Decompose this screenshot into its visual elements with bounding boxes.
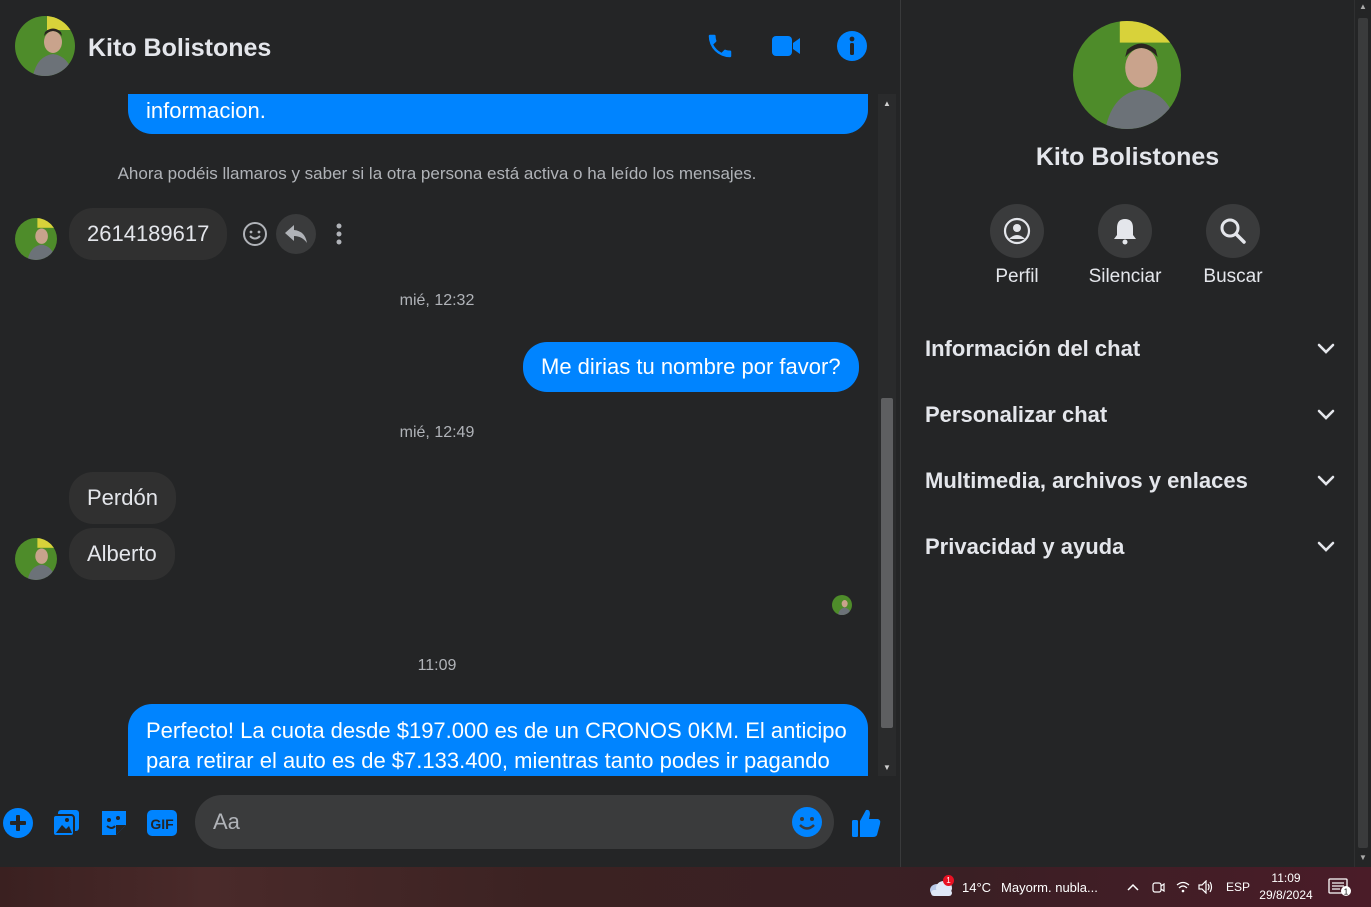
scroll-thumb[interactable]	[881, 398, 893, 728]
meet-now-icon[interactable]	[1151, 867, 1165, 907]
section-customize-chat[interactable]: Personalizar chat	[925, 395, 1335, 435]
search-button[interactable]: Buscar	[1193, 204, 1273, 288]
profile-button[interactable]: Perfil	[977, 204, 1057, 288]
action-label: Perfil	[995, 266, 1039, 287]
mute-button[interactable]: Silenciar	[1085, 204, 1165, 288]
incoming-message[interactable]: 2614189617	[69, 208, 228, 260]
message-text: Alberto	[87, 541, 157, 566]
notification-count: 1	[1344, 888, 1349, 897]
outgoing-message[interactable]: Perfecto! La cuota desde $197.000 es de …	[128, 704, 868, 776]
reply-icon[interactable]	[276, 214, 316, 254]
scroll-up-icon[interactable]: ▲	[878, 96, 896, 110]
contact-name[interactable]: Kito Bolistones	[88, 34, 271, 63]
section-title: Multimedia, archivos y enlaces	[925, 468, 1248, 493]
clock-date: 29/8/2024	[1259, 888, 1313, 902]
system-note: Ahora podéis llamaros y saber si la otra…	[117, 164, 757, 183]
profile-icon	[1003, 217, 1031, 245]
sticker-icon[interactable]	[97, 806, 131, 840]
chevron-up-icon[interactable]	[1127, 867, 1139, 907]
clock-time: 11:09	[1271, 871, 1301, 885]
chat-header: Kito Bolistones	[0, 0, 900, 94]
wifi-icon[interactable]	[1176, 867, 1190, 907]
incoming-message[interactable]: Perdón	[69, 472, 176, 524]
react-emoji-icon[interactable]	[235, 214, 275, 254]
action-label: Buscar	[1203, 266, 1263, 287]
profile-avatar[interactable]	[1073, 21, 1181, 129]
info-icon[interactable]	[834, 28, 870, 64]
plus-icon[interactable]	[1, 806, 35, 840]
notification-center-icon[interactable]: 1	[1328, 867, 1352, 907]
section-title: Personalizar chat	[925, 402, 1108, 427]
scroll-down-icon[interactable]: ▼	[878, 760, 896, 774]
page-scrollbar[interactable]: ▲ ▼	[1354, 0, 1371, 867]
message-list[interactable]: informacion. Ahora podéis llamaros y sab…	[0, 94, 878, 776]
gif-label: GIF	[150, 816, 174, 832]
incoming-message[interactable]: Alberto	[69, 528, 175, 580]
message-text: 2614189617	[87, 221, 210, 246]
windows-taskbar: 14°C Mayorm. nubla... ESP 11:09 29/8/202…	[0, 867, 1371, 907]
outgoing-message-partial[interactable]: informacion.	[128, 94, 868, 134]
scroll-thumb[interactable]	[1358, 18, 1368, 848]
scroll-up-icon[interactable]: ▲	[1355, 2, 1371, 11]
message-text: Me dirias tu nombre por favor?	[541, 354, 841, 379]
profile-name: Kito Bolistones	[1035, 143, 1220, 171]
message-text: Perfecto! La cuota desde $197.000 es de …	[146, 718, 847, 743]
section-privacy-help[interactable]: Privacidad y ayuda	[925, 527, 1335, 567]
message-input[interactable]	[213, 795, 773, 849]
chevron-down-icon	[1317, 541, 1335, 552]
more-options-icon[interactable]	[319, 214, 359, 254]
timestamp-separator: 11:09	[417, 657, 457, 674]
section-media-files-links[interactable]: Multimedia, archivos y enlaces	[925, 461, 1335, 501]
search-icon	[1220, 218, 1246, 244]
message-text: Perdón	[87, 485, 158, 510]
read-receipt-avatar	[832, 595, 852, 615]
message-input-container[interactable]	[195, 795, 834, 849]
weather-widget[interactable]: 14°C Mayorm. nubla...	[928, 867, 1098, 907]
timestamp-separator: mié, 12:49	[399, 424, 475, 441]
gif-icon[interactable]: GIF	[145, 806, 179, 840]
messenger-window: Kito Bolistones informacion. Ahora podéi…	[0, 0, 1371, 867]
language-indicator[interactable]: ESP	[1226, 867, 1250, 907]
clock[interactable]: 11:09 29/8/2024	[1254, 867, 1318, 907]
bell-icon	[1114, 219, 1136, 245]
scroll-down-icon[interactable]: ▼	[1355, 853, 1371, 862]
contact-avatar-small[interactable]	[15, 218, 57, 260]
chevron-down-icon	[1317, 409, 1335, 420]
weather-badge: 1	[943, 875, 954, 886]
outgoing-message[interactable]: Me dirias tu nombre por favor?	[523, 342, 859, 392]
volume-icon[interactable]	[1198, 867, 1214, 907]
message-text: informacion.	[146, 98, 266, 123]
conversation-info-panel: Kito Bolistones Perfil Silenciar Buscar …	[901, 0, 1354, 867]
contact-avatar[interactable]	[15, 16, 75, 76]
video-icon[interactable]	[768, 28, 804, 64]
section-title: Privacidad y ayuda	[925, 534, 1125, 559]
chevron-down-icon	[1317, 343, 1335, 354]
temperature: 14°C	[962, 879, 992, 895]
chevron-down-icon	[1317, 475, 1335, 486]
emoji-icon[interactable]	[791, 806, 823, 838]
message-text: para retirar el auto es de $7.133.400, m…	[146, 748, 830, 773]
thumbs-up-icon[interactable]	[849, 806, 883, 840]
image-icon[interactable]	[49, 806, 83, 840]
timestamp-separator: mié, 12:32	[399, 292, 475, 309]
phone-icon[interactable]	[702, 28, 738, 64]
message-composer: GIF	[0, 776, 900, 867]
chat-panel: Kito Bolistones informacion. Ahora podéi…	[0, 0, 900, 867]
weather-text: Mayorm. nubla...	[1001, 879, 1098, 895]
contact-avatar-small[interactable]	[15, 538, 57, 580]
section-title: Información del chat	[925, 336, 1141, 361]
section-chat-info[interactable]: Información del chat	[925, 329, 1335, 369]
action-label: Silenciar	[1088, 266, 1162, 287]
message-scrollbar[interactable]: ▲ ▼	[878, 94, 896, 776]
